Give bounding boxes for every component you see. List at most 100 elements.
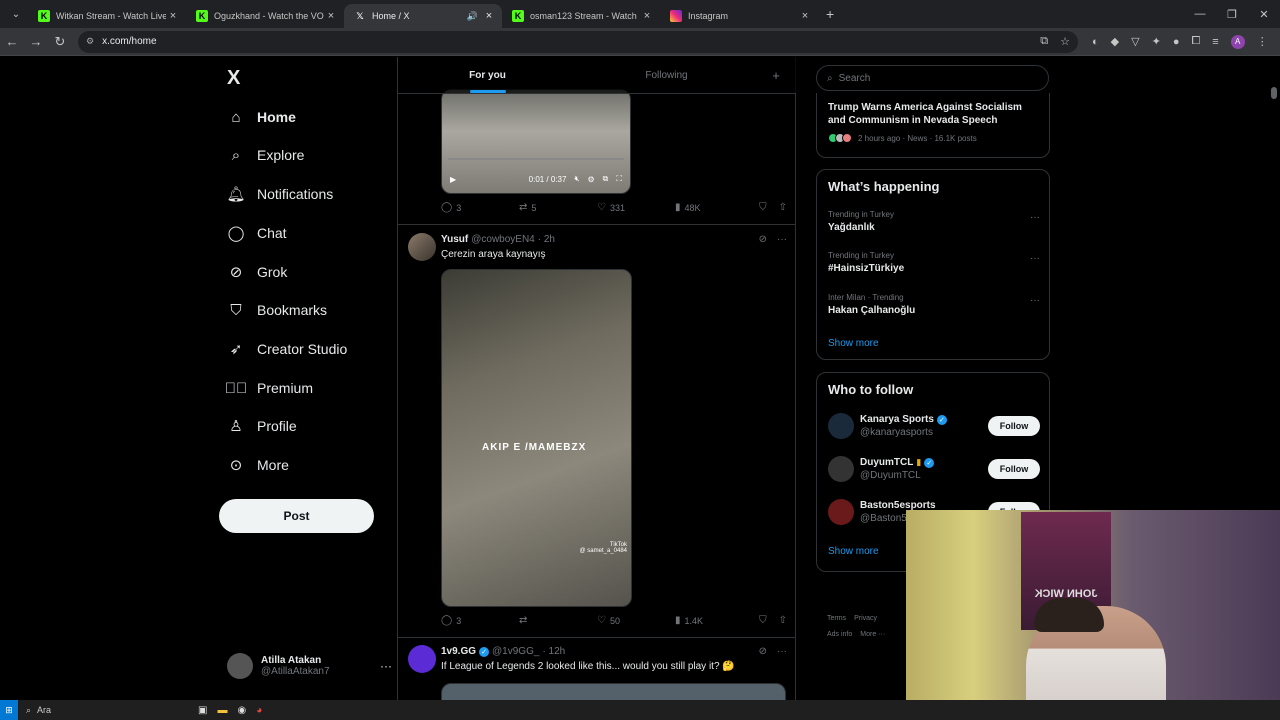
share-icon[interactable]: ⇧ <box>779 202 787 213</box>
repost-button[interactable]: ⇄ <box>519 615 597 626</box>
avatar[interactable] <box>408 233 436 261</box>
follow-suggestion[interactable]: Kanarya Sports ✓ @kanaryasports Follow <box>828 413 1040 439</box>
nav-item-grok[interactable]: ⊘ Grok <box>227 260 288 284</box>
nav-item-home[interactable]: ⌂ Home <box>227 105 295 129</box>
nav-item-premium[interactable]: ✓⃝ Premium <box>225 376 313 400</box>
play-icon[interactable]: ▶ <box>450 175 456 184</box>
nav-item-profile[interactable]: ♙ Profile <box>227 414 296 438</box>
like-button[interactable]: ♡ 50 <box>597 615 675 626</box>
author-name[interactable]: 1v9.GG <box>441 646 476 657</box>
trend-item[interactable]: Inter Milan · Trending Hakan Çalhanoğlu … <box>828 293 1040 316</box>
repost-button[interactable]: ⇄ 5 <box>519 202 597 213</box>
fullscreen-icon[interactable]: ⛶ <box>616 174 622 184</box>
grok-icon[interactable]: ⊘ <box>759 234 767 245</box>
views-button[interactable]: ▮ 1.4K <box>675 615 753 626</box>
news-card[interactable]: Trump Warns America Against Socialism an… <box>816 93 1050 158</box>
footer-link-more[interactable]: More ··· <box>860 631 885 638</box>
file-explorer-icon[interactable]: ▬ <box>217 705 227 716</box>
scrollbar-thumb[interactable] <box>1271 87 1277 99</box>
video-progress-bar[interactable] <box>448 158 624 160</box>
new-tab-icon[interactable]: + <box>826 6 834 22</box>
star-icon[interactable]: ☆ <box>1060 35 1070 48</box>
show-more-link[interactable]: Show more <box>828 338 879 349</box>
more-dots-icon[interactable]: ··· <box>777 646 787 657</box>
forward-icon[interactable]: → <box>24 34 48 49</box>
close-tab-icon[interactable]: × <box>166 10 180 22</box>
speaker-icon[interactable]: 🔊 <box>467 11 478 22</box>
taskbar-search[interactable]: ⌕ Ara <box>26 702 186 718</box>
footer-link-privacy[interactable]: Privacy <box>854 615 877 622</box>
account-switcher[interactable]: Atilla Atakan @AtillaAtakan7 ··· <box>227 653 392 679</box>
tweet-image[interactable] <box>441 683 786 700</box>
browser-tab[interactable]: K Witkan Stream - Watch Live on × <box>28 4 186 28</box>
grok-icon[interactable]: ⊘ <box>759 646 767 657</box>
share-icon[interactable]: ⇧ <box>779 615 787 626</box>
close-tab-icon[interactable]: × <box>798 10 812 22</box>
close-tab-icon[interactable]: × <box>482 10 496 22</box>
reply-button[interactable]: ◯ 3 <box>441 202 519 213</box>
settings-icon[interactable]: ⚙ <box>588 175 595 184</box>
profile-avatar-icon[interactable]: A <box>1230 34 1245 49</box>
minimize-icon[interactable]: — <box>1184 0 1216 28</box>
pip-icon[interactable]: ⧉ <box>603 174 609 184</box>
follow-suggestion[interactable]: DuyumTCL ▮ ✓ @DuyumTCL Follow <box>828 456 1040 482</box>
browser-tab[interactable]: K Oguzkhand - Watch the VOD o × <box>186 4 344 28</box>
x-logo-icon[interactable]: X <box>227 67 240 90</box>
footer-link-ads-info[interactable]: Ads info <box>827 631 852 638</box>
nav-item-more[interactable]: ⊙ More <box>227 453 289 477</box>
tweet-time[interactable]: · 12h <box>542 646 565 657</box>
extension-icon[interactable]: ● <box>1173 36 1180 48</box>
nav-item-explore[interactable]: ⌕ Explore <box>227 143 305 167</box>
author-name[interactable]: Yusuf <box>441 234 468 245</box>
windows-start-icon[interactable]: ⊞ <box>0 700 18 720</box>
browser-tab-active[interactable]: 𝕏 Home / X 🔊 × <box>344 4 502 28</box>
reload-icon[interactable]: ↻ <box>48 34 72 50</box>
tab-following[interactable]: Following <box>577 57 756 93</box>
post-button[interactable]: Post <box>219 499 374 533</box>
show-more-link[interactable]: Show more <box>828 546 879 557</box>
bookmark-icon[interactable]: ⛉ <box>759 615 767 626</box>
nav-item-chat[interactable]: ◯ Chat <box>227 221 287 245</box>
nav-item-bookmarks[interactable]: ⛉ Bookmarks <box>227 298 327 322</box>
nav-item-creator-studio[interactable]: ➶ Creator Studio <box>227 337 348 361</box>
puzzle-icon[interactable]: ⧠ <box>1191 35 1200 48</box>
bookmark-icon[interactable]: ⛉ <box>759 202 767 213</box>
site-info-icon[interactable]: ⚙ <box>86 36 94 47</box>
task-view-icon[interactable]: ▣ <box>198 705 207 716</box>
nav-item-notifications[interactable]: 🔔︎ Notifications <box>226 182 333 206</box>
extension-icon[interactable]: ◐ <box>1092 36 1099 48</box>
extension-icon[interactable]: ✦ <box>1152 35 1161 48</box>
reply-button[interactable]: ◯ 3 <box>441 615 519 626</box>
author-handle[interactable]: @cowboyEN4 <box>471 234 535 245</box>
more-dots-icon[interactable]: ··· <box>1030 253 1040 264</box>
media-icon[interactable]: ≡ <box>1212 36 1218 48</box>
close-tab-icon[interactable]: × <box>640 10 654 22</box>
add-tab-icon[interactable]: + <box>756 57 796 93</box>
follow-button[interactable]: Follow <box>988 459 1040 479</box>
tab-for-you[interactable]: For you <box>398 57 577 93</box>
like-button[interactable]: ♡ 331 <box>597 202 675 213</box>
tweet-time[interactable]: · 2h <box>538 234 555 245</box>
avatar[interactable] <box>408 645 436 673</box>
video-player[interactable]: ▶ 0:01 / 0:37 🔇︎ ⚙ ⧉ ⛶ <box>441 89 631 194</box>
mute-icon[interactable]: 🔇︎ <box>574 174 579 184</box>
menu-icon[interactable]: ⋮ <box>1257 35 1268 48</box>
follow-button[interactable]: Follow <box>988 416 1040 436</box>
tab-search-icon[interactable]: ⌄ <box>4 4 28 24</box>
more-dots-icon[interactable]: ··· <box>1030 212 1040 223</box>
back-icon[interactable]: ← <box>0 34 24 49</box>
install-icon[interactable]: ⧉ <box>1040 35 1048 48</box>
footer-link-terms[interactable]: Terms <box>827 615 846 622</box>
more-dots-icon[interactable]: ··· <box>777 234 787 245</box>
browser-tab[interactable]: K osman123 Stream - Watch Live × <box>502 4 660 28</box>
search-input[interactable]: ⌕ Search <box>816 65 1049 91</box>
app-icon[interactable]: ◉ <box>237 705 246 716</box>
extension-icon[interactable]: ▽ <box>1131 35 1139 48</box>
more-dots-icon[interactable]: ··· <box>1030 295 1040 306</box>
browser-tab[interactable]: Instagram × <box>660 4 818 28</box>
restore-icon[interactable]: ❐ <box>1216 0 1248 28</box>
chrome-icon[interactable]: ◕ <box>256 705 262 716</box>
close-tab-icon[interactable]: × <box>324 10 338 22</box>
url-field[interactable]: ⚙ x.com/home ⧉ ☆ <box>78 30 1078 53</box>
more-dots-icon[interactable]: ··· <box>380 659 392 673</box>
